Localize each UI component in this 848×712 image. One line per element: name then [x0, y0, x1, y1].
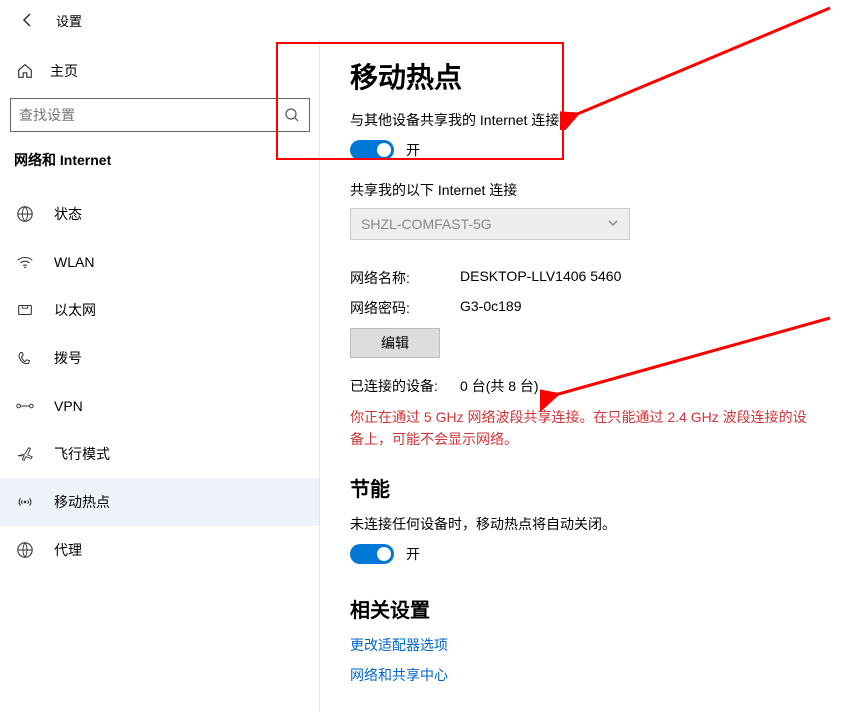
share-description: 与其他设备共享我的 Internet 连接 [350, 110, 818, 130]
toggle-state: 开 [406, 544, 420, 564]
sidebar-item-label: 代理 [54, 540, 82, 560]
sidebar-item-ethernet[interactable]: 以太网 [0, 286, 320, 334]
toggle-switch-icon [350, 544, 394, 564]
share-from-label: 共享我的以下 Internet 连接 [350, 180, 818, 200]
power-saving-toggle[interactable]: 开 [350, 544, 818, 564]
sidebar-item-label: 以太网 [54, 300, 96, 320]
page-title: 移动热点 [350, 56, 818, 96]
sidebar-section-header: 网络和 Internet [0, 150, 320, 178]
power-saving-desc: 未连接任何设备时，移动热点将自动关闭。 [350, 514, 818, 534]
sidebar-item-airplane[interactable]: 飞行模式 [0, 430, 320, 478]
network-password-label: 网络密码: [350, 298, 460, 318]
sidebar-item-label: WLAN [54, 254, 94, 270]
hotspot-icon [14, 491, 36, 513]
network-sharing-center-link[interactable]: 网络和共享中心 [350, 665, 818, 685]
sidebar-home-label: 主页 [50, 61, 78, 81]
vpn-icon [14, 395, 36, 417]
dropdown-value: SHZL-COMFAST-5G [361, 216, 492, 232]
connected-devices-value: 0 台(共 8 台) [460, 376, 539, 396]
proxy-icon [14, 539, 36, 561]
share-from-dropdown[interactable]: SHZL-COMFAST-5G [350, 208, 630, 240]
back-arrow-icon [20, 12, 36, 28]
hotspot-toggle[interactable]: 开 [350, 140, 818, 160]
chevron-down-icon [607, 216, 619, 232]
sidebar-item-wlan[interactable]: WLAN [0, 238, 320, 286]
related-settings-title: 相关设置 [350, 594, 818, 623]
sidebar-item-label: 拨号 [54, 348, 82, 368]
search-icon [283, 106, 301, 124]
sidebar-item-label: 移动热点 [54, 492, 110, 512]
network-name-label: 网络名称: [350, 268, 460, 288]
sidebar-nav: 状态 WLAN 以太网 拨号 VPN 飞行模式 [0, 190, 320, 574]
sidebar-item-hotspot[interactable]: 移动热点 [0, 478, 320, 526]
connected-devices-label: 已连接的设备: [350, 376, 460, 396]
change-adapter-link[interactable]: 更改适配器选项 [350, 635, 818, 655]
back-button[interactable] [14, 6, 42, 34]
band-warning: 你正在通过 5 GHz 网络波段共享连接。在只能通过 2.4 GHz 波段连接的… [350, 406, 810, 451]
search-input[interactable] [19, 107, 283, 123]
sidebar-item-proxy[interactable]: 代理 [0, 526, 320, 574]
sidebar-item-label: 飞行模式 [54, 444, 110, 464]
sidebar-home[interactable]: 主页 [0, 52, 320, 90]
sidebar-item-label: VPN [54, 398, 83, 414]
status-icon [14, 203, 36, 225]
window-title: 设置 [56, 11, 82, 30]
power-saving-title: 节能 [350, 473, 818, 502]
sidebar-item-status[interactable]: 状态 [0, 190, 320, 238]
network-name-value: DESKTOP-LLV1406 5460 [460, 268, 621, 288]
toggle-state: 开 [406, 140, 420, 160]
sidebar-item-dialup[interactable]: 拨号 [0, 334, 320, 382]
dialup-icon [14, 347, 36, 369]
search-box[interactable] [10, 98, 310, 132]
network-password-value: G3-0c189 [460, 298, 521, 318]
sidebar-item-vpn[interactable]: VPN [0, 382, 320, 430]
toggle-switch-icon [350, 140, 394, 160]
wifi-icon [14, 251, 36, 273]
home-icon [14, 60, 36, 82]
sidebar-item-label: 状态 [54, 204, 82, 224]
ethernet-icon [14, 299, 36, 321]
edit-button[interactable]: 编辑 [350, 328, 440, 358]
sidebar: 主页 网络和 Internet 状态 WLAN 以太网 [0, 40, 320, 712]
main-content: 移动热点 与其他设备共享我的 Internet 连接 开 共享我的以下 Inte… [320, 40, 848, 712]
airplane-icon [14, 443, 36, 465]
